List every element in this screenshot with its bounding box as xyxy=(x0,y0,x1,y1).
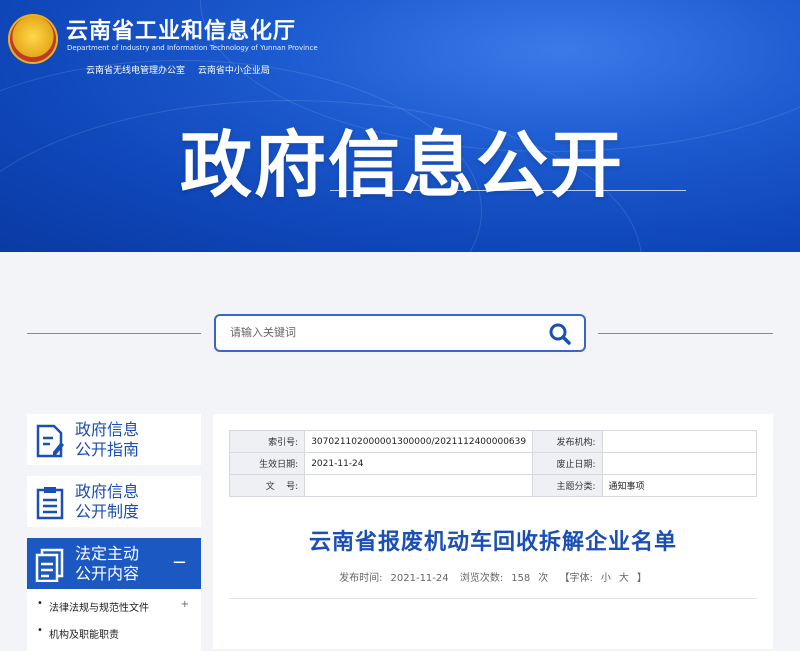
sub-link-sme-bureau[interactable]: 云南省中小企业局 xyxy=(198,66,270,76)
search-input[interactable] xyxy=(228,325,532,340)
org-name-en: Department of Industry and Information T… xyxy=(67,44,318,52)
subnav-item-institution[interactable]: • 机构及职能职责 xyxy=(27,620,201,647)
document-list-icon xyxy=(36,487,64,520)
subnav-item-laws[interactable]: • 法律法规与规范性文件 + xyxy=(27,593,201,620)
meta-key: 废止日期: xyxy=(532,452,603,475)
views-unit: 次 xyxy=(538,573,549,584)
collapse-toggle[interactable]: − xyxy=(172,552,187,573)
sidebar-label-line2: 公开制度 xyxy=(75,502,140,521)
search-row xyxy=(0,314,800,356)
documents-icon xyxy=(35,548,64,582)
document-edit-icon xyxy=(36,424,64,458)
meta-value xyxy=(601,430,757,453)
table-row: 文 号: 主题分类: 通知事项 xyxy=(228,474,757,497)
sidebar: 政府信息 公开指南 政府信息 公开制度 法定主动 公开内容 − • 法律法规与规… xyxy=(27,414,201,651)
sidebar-label-line1: 政府信息 xyxy=(75,482,140,501)
table-row: 生效日期: 2021-11-24 废止日期: xyxy=(228,452,757,475)
meta-value xyxy=(601,452,757,475)
sidebar-item-label: 法定主动 公开内容 xyxy=(75,544,139,584)
meta-value: 307021102000001300000/2021112400000639 xyxy=(304,430,534,453)
sidebar-label-line1: 法定主动 xyxy=(75,544,140,563)
views-count: 158 xyxy=(511,573,531,584)
title-underline xyxy=(330,190,686,191)
meta-key: 发布机构: xyxy=(532,430,603,453)
search-box xyxy=(214,314,586,352)
search-icon[interactable] xyxy=(548,322,572,346)
meta-key: 索引号: xyxy=(228,430,306,453)
meta-value: 通知事项 xyxy=(601,474,757,497)
meta-key: 文 号: xyxy=(228,474,306,497)
bullet-icon: • xyxy=(37,625,43,636)
org-name-cn[interactable]: 云南省工业和信息化厅 xyxy=(66,13,296,45)
bullet-icon: • xyxy=(37,598,43,609)
divider-right xyxy=(598,333,773,334)
sub-org-links: 云南省无线电管理办公室 云南省中小企业局 xyxy=(86,63,280,76)
metadata-table: 索引号: 307021102000001300000/2021112400000… xyxy=(228,430,757,497)
expand-toggle[interactable]: + xyxy=(181,599,189,610)
meta-key: 主题分类: xyxy=(532,474,603,497)
national-emblem-icon[interactable] xyxy=(8,14,58,64)
sub-link-radio-office[interactable]: 云南省无线电管理办公室 xyxy=(86,66,185,76)
font-small-button[interactable]: 小 xyxy=(601,573,611,584)
article-title: 云南省报废机动车回收拆解企业名单 xyxy=(308,530,677,555)
meta-key: 生效日期: xyxy=(228,452,306,475)
sidebar-subnav: • 法律法规与规范性文件 + • 机构及职能职责 xyxy=(27,589,201,651)
publish-date: 2021-11-24 xyxy=(390,573,449,584)
meta-value: 2021-11-24 xyxy=(304,452,534,475)
sidebar-item-label: 政府信息 公开制度 xyxy=(75,482,139,522)
sidebar-item-system[interactable]: 政府信息 公开制度 xyxy=(27,476,201,527)
subnav-label: 机构及职能职责 xyxy=(49,630,119,641)
article-panel: 索引号: 307021102000001300000/2021112400000… xyxy=(213,414,773,649)
sidebar-item-label: 政府信息 公开指南 xyxy=(75,420,139,460)
subnav-label: 法律法规与规范性文件 xyxy=(49,603,149,614)
sidebar-label-line2: 公开内容 xyxy=(75,564,140,583)
divider-left xyxy=(27,333,201,334)
banner-title: 政府信息公开 xyxy=(180,123,625,207)
sidebar-item-guide[interactable]: 政府信息 公开指南 xyxy=(27,414,201,465)
publish-label: 发布时间: xyxy=(339,573,383,584)
views-label: 浏览次数: xyxy=(459,573,504,584)
font-large-button[interactable]: 大 xyxy=(619,573,629,584)
sidebar-item-statutory[interactable]: 法定主动 公开内容 − xyxy=(27,538,201,589)
font-label: 【字体: xyxy=(559,573,593,584)
header-banner: 云南省工业和信息化厅 Department of Industry and In… xyxy=(0,0,800,252)
table-row: 索引号: 307021102000001300000/2021112400000… xyxy=(228,430,757,453)
divider xyxy=(229,598,757,599)
article-info: 发布时间: 2021-11-24 浏览次数: 158 次 【字体: 小大】 xyxy=(213,569,773,584)
sidebar-label-line2: 公开指南 xyxy=(75,440,140,459)
meta-value xyxy=(304,474,534,497)
sidebar-label-line1: 政府信息 xyxy=(75,420,140,439)
font-close: 】 xyxy=(636,573,647,584)
